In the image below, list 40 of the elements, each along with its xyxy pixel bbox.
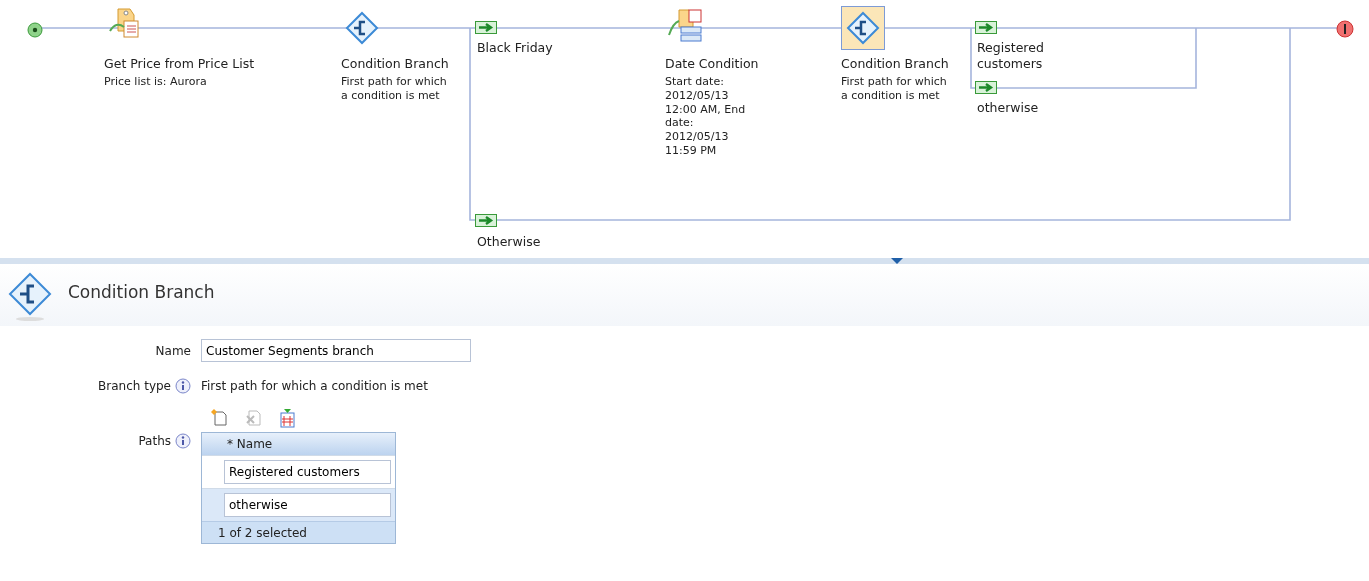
selected-node-frame[interactable]	[842, 7, 884, 49]
node-title[interactable]: Condition Branch	[841, 56, 949, 71]
start-icon	[27, 21, 43, 38]
end-icon	[1336, 19, 1354, 38]
path-label: otherwise	[977, 100, 1040, 117]
node-description: First path for which a condition is met	[341, 75, 448, 103]
table-row[interactable]: Registered customers	[202, 455, 395, 488]
path-label: Black Friday	[477, 40, 554, 57]
path-arrow-icon[interactable]	[975, 21, 997, 34]
node-description: Price list is: Aurora	[104, 75, 208, 89]
node-title[interactable]: Get Price from Price List	[104, 56, 304, 71]
panel-title: Condition Branch	[68, 281, 215, 304]
node-title[interactable]: Condition Branch	[341, 56, 449, 71]
node-description: Start date: 2012/05/13 12:00 AM, End date: 2012/05/13 11:59 PM	[665, 75, 747, 158]
path-label: Registered customers	[977, 40, 1045, 73]
calendar-icon	[667, 7, 703, 43]
node-description: First path for which a condition is met	[841, 75, 948, 103]
price-tag-icon	[108, 5, 142, 39]
branch-icon	[845, 10, 881, 46]
column-header[interactable]: * Name	[202, 433, 395, 455]
path-arrow-icon[interactable]	[475, 214, 497, 227]
field-label: Branch type	[98, 378, 171, 395]
branch-icon	[8, 272, 52, 322]
info-icon[interactable]	[175, 433, 191, 449]
path-name-field[interactable]: Registered customers	[224, 460, 391, 484]
path-arrow-icon[interactable]	[475, 21, 497, 34]
branch-type-value: First path for which a condition is met	[201, 378, 428, 395]
path-arrow-icon[interactable]	[975, 81, 997, 94]
add-icon[interactable]	[210, 408, 228, 426]
selection-status: 1 of 2 selected	[202, 521, 395, 543]
table-row[interactable]: otherwise	[202, 488, 395, 521]
field-label: Paths	[138, 433, 171, 450]
delete-icon[interactable]	[244, 408, 262, 426]
branch-icon	[344, 10, 380, 46]
name-field[interactable]: Customer Segments branch	[201, 339, 471, 362]
field-label: Name	[154, 342, 192, 360]
path-name-field[interactable]: otherwise	[224, 493, 391, 517]
path-label: Otherwise	[477, 234, 542, 251]
info-icon[interactable]	[175, 378, 191, 394]
import-icon[interactable]	[278, 408, 296, 428]
